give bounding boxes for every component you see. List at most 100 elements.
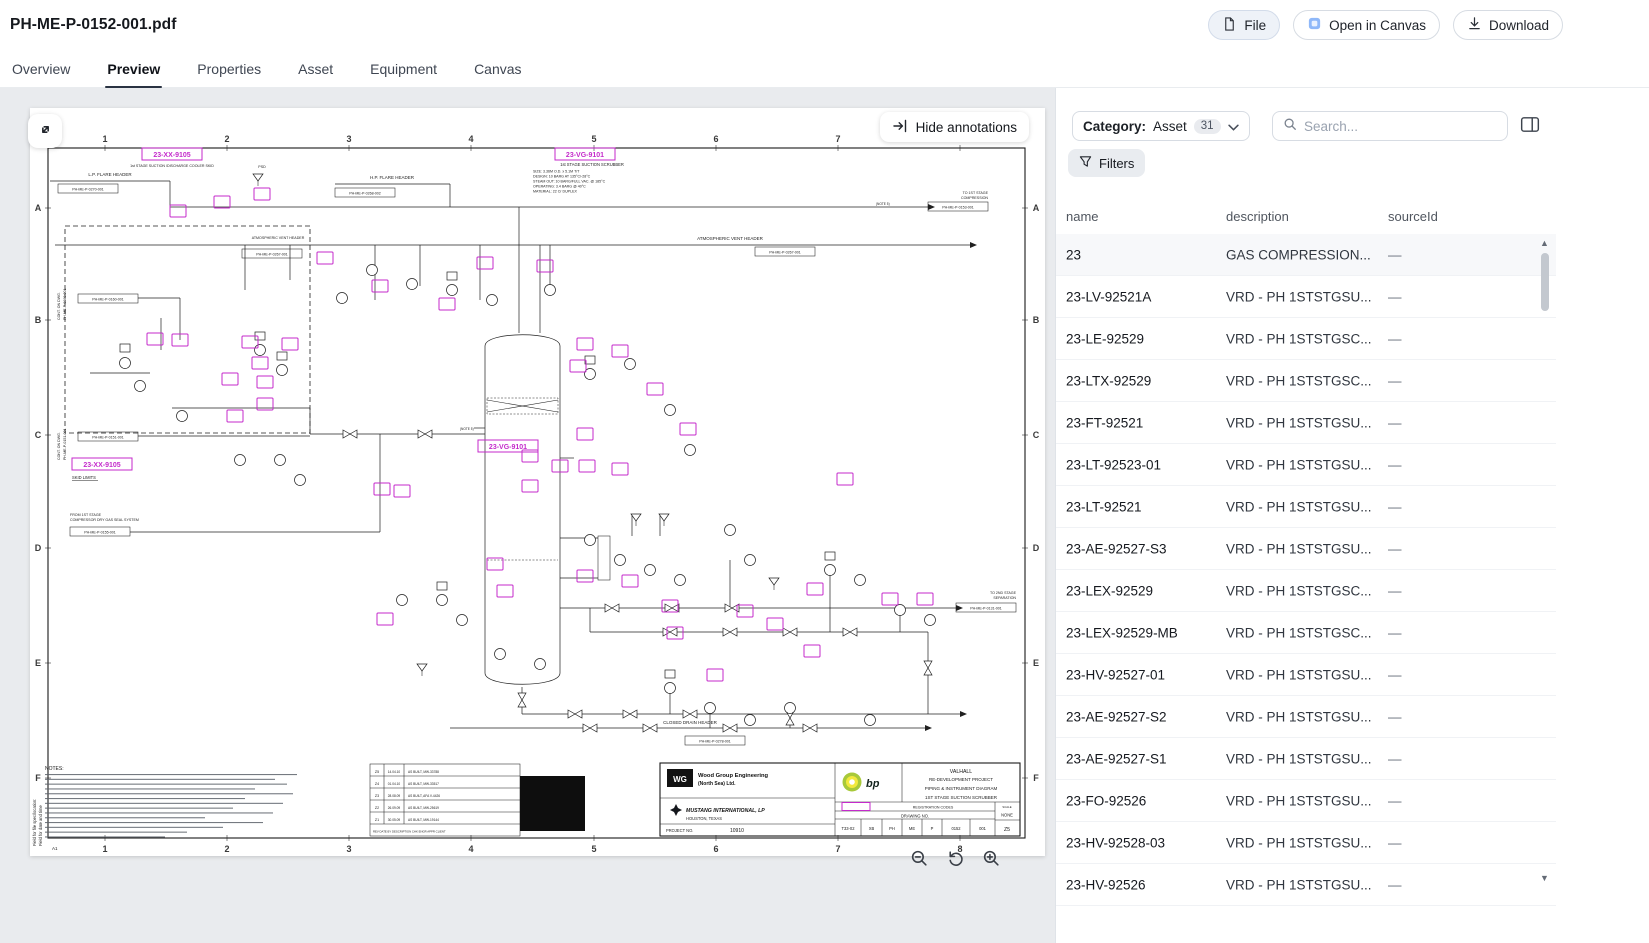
tab-equipment[interactable]: Equipment [368,50,439,87]
cell-sourceid: — [1388,709,1402,724]
cell-sourceid: — [1388,583,1402,598]
svg-text:C: C [35,430,42,440]
table-row[interactable]: 23-LTX-92529 VRD - PH 1STSTGSC... — [1056,360,1556,402]
svg-text:SEPARATION: SEPARATION [993,596,1016,600]
svg-text:Z5: Z5 [1004,827,1010,833]
table-header: name description sourceId [1056,205,1556,233]
search-box[interactable] [1272,111,1508,141]
cell-name: 23-AE-92527-S1 [1066,751,1167,766]
column-header-name[interactable]: name [1066,209,1099,224]
svg-text:1st STAGE SUCTION SCRUBBER: 1st STAGE SUCTION SCRUBBER [560,162,624,167]
zoom-toolbar [906,845,1005,872]
hide-annotations-button[interactable]: Hide annotations [879,112,1029,142]
table-row[interactable]: 23-FO-92526 VRD - PH 1STSTGSU... — [1056,780,1556,822]
svg-text:23-VG-9101: 23-VG-9101 [566,152,604,159]
reset-rotation-button[interactable] [942,845,969,872]
svg-text:COMPRESSOR DRY GAS SEAL SYSTEM: COMPRESSOR DRY GAS SEAL SYSTEM [70,518,139,522]
svg-text:6: 6 [713,134,718,144]
cell-description: VRD - PH 1STSTGSC... [1226,583,1372,598]
tab-overview[interactable]: Overview [10,50,72,87]
svg-text:Field for file spec/location:: Field for file spec/location: [32,799,37,846]
cell-name: 23-LT-92523-01 [1066,457,1162,472]
svg-text:H.P. FLARE HEADER: H.P. FLARE HEADER [370,175,415,180]
asset-table-body: 23 GAS COMPRESSION... — 23-LV-92521A VRD… [1056,234,1556,943]
table-row[interactable]: 23-AE-92527-S2 VRD - PH 1STSTGSU... — [1056,696,1556,738]
svg-text:REV DATE BY DESCRIPTION: REV DATE BY DESCRIPTION CHK ENGR APPR CL… [373,830,446,834]
cell-description: VRD - PH 1STSTGSC... [1226,373,1372,388]
table-row[interactable]: 23-HV-92526 VRD - PH 1STSTGSU... — [1056,864,1556,906]
download-icon [1467,16,1482,34]
cell-description: VRD - PH 1STSTGSU... [1226,457,1372,472]
table-row[interactable]: 23-LV-92521A VRD - PH 1STSTGSU... — [1056,276,1556,318]
table-row[interactable]: 23-LEX-92529 VRD - PH 1STSTGSC... — [1056,570,1556,612]
columns-toggle-button[interactable] [1516,114,1544,138]
annotation-scrubber-top[interactable]: 23-VG-9101 [554,147,616,161]
svg-text:RE-DEVELOPMENT PROJECT: RE-DEVELOPMENT PROJECT [929,777,993,782]
table-row[interactable]: 23 GAS COMPRESSION... — [1056,234,1556,276]
svg-text:PIPING & INSTRUMENT DIAGRAM: PIPING & INSTRUMENT DIAGRAM [925,786,998,791]
table-row[interactable]: 23-LT-92523-01 VRD - PH 1STSTGSU... — [1056,444,1556,486]
expand-button[interactable] [28,114,62,148]
svg-text:PH-ME-P-0268-002: PH-ME-P-0268-002 [349,192,381,196]
svg-text:CONT. ON DWG.: CONT. ON DWG. [57,292,61,320]
svg-text:SCALE: SCALE [1002,805,1011,809]
annotation-skid-top[interactable]: 23-XX-9105 [141,147,203,161]
search-input[interactable] [1304,118,1497,134]
cell-sourceid: — [1388,499,1402,514]
zoom-in-button[interactable] [978,845,1005,872]
svg-text:PH-ME-P-0151-001: PH-ME-P-0151-001 [63,428,67,460]
svg-text:WG: WG [673,775,687,784]
filters-button[interactable]: Filters [1068,149,1146,177]
svg-text:1: 1 [102,844,107,854]
cell-description: VRD - PH 1STSTGSC... [1226,625,1372,640]
title-block-black-box [520,776,585,831]
svg-text:6: 6 [713,844,718,854]
cell-name: 23-LTX-92529 [1066,373,1152,388]
svg-text:Z5: Z5 [375,770,379,774]
table-row[interactable]: 23-LT-92521 VRD - PH 1STSTGSU... — [1056,486,1556,528]
svg-text:bp: bp [866,778,880,790]
svg-text:PH-ME-P-0131-001: PH-ME-P-0131-001 [970,607,1002,611]
svg-text:A1: A1 [52,846,58,851]
table-row[interactable]: 23-LEX-92529-MB VRD - PH 1STSTGSC... — [1056,612,1556,654]
column-header-sourceid[interactable]: sourceId [1388,209,1438,224]
tab-asset[interactable]: Asset [296,50,335,87]
pid-drawing[interactable]: AABBCCDDEEFF1122334455667788 [30,108,1045,856]
table-row[interactable]: 23-LE-92529 VRD - PH 1STSTGSC... — [1056,318,1556,360]
scroll-down-arrow[interactable]: ▼ [1540,874,1549,883]
svg-text:L.P. FLARE HEADER: L.P. FLARE HEADER [88,172,132,177]
cell-sourceid: — [1388,793,1402,808]
svg-text:1ST STAGE SUCTION SCRUBBER: 1ST STAGE SUCTION SCRUBBER [925,795,998,800]
svg-text:TO 2ND STAGE: TO 2ND STAGE [990,591,1017,595]
svg-text:4: 4 [468,844,473,854]
file-button[interactable]: File [1208,10,1281,40]
cell-description: VRD - PH 1STSTGSU... [1226,541,1372,556]
annotation-skid-mid[interactable]: 23-XX-9105 SKID LIMITS [71,457,133,481]
tab-canvas[interactable]: Canvas [472,50,523,87]
table-row[interactable]: 23-HV-92528-03 VRD - PH 1STSTGSU... — [1056,822,1556,864]
svg-text:23-XX-9105: 23-XX-9105 [83,462,120,469]
download-button[interactable]: Download [1452,10,1563,40]
svg-text:NOTES:: NOTES: [45,766,64,772]
svg-text:5: 5 [591,134,596,144]
cell-sourceid: — [1388,457,1402,472]
category-dropdown[interactable]: Category: Asset 31 [1072,111,1250,141]
tab-preview[interactable]: Preview [105,50,163,88]
column-header-description[interactable]: description [1226,209,1289,224]
pdf-viewer[interactable]: AABBCCDDEEFF1122334455667788 [0,88,1056,943]
scroll-up-arrow[interactable]: ▲ [1540,239,1549,248]
cell-name: 23-FT-92521 [1066,415,1144,430]
search-icon [1283,117,1297,136]
svg-text:1st STAGE SUCTION /DISCHARGE C: 1st STAGE SUCTION /DISCHARGE COOLER SKID [130,164,214,168]
table-row[interactable]: 23-AE-92527-S1 VRD - PH 1STSTGSU... — [1056,738,1556,780]
svg-text:AS BUILT, MW-33517: AS BUILT, MW-33517 [408,782,439,786]
table-row[interactable]: 23-HV-92527-01 VRD - PH 1STSTGSU... — [1056,654,1556,696]
cell-description: VRD - PH 1STSTGSU... [1226,751,1372,766]
table-row[interactable]: 23-FT-92521 VRD - PH 1STSTGSU... — [1056,402,1556,444]
tab-properties[interactable]: Properties [195,50,263,87]
zoom-out-button[interactable] [906,845,933,872]
svg-text:23-VG-9101: 23-VG-9101 [489,444,527,451]
open-in-canvas-button[interactable]: Open in Canvas [1293,10,1440,40]
scrollbar-thumb[interactable] [1541,253,1549,311]
table-row[interactable]: 23-AE-92527-S3 VRD - PH 1STSTGSU... — [1056,528,1556,570]
